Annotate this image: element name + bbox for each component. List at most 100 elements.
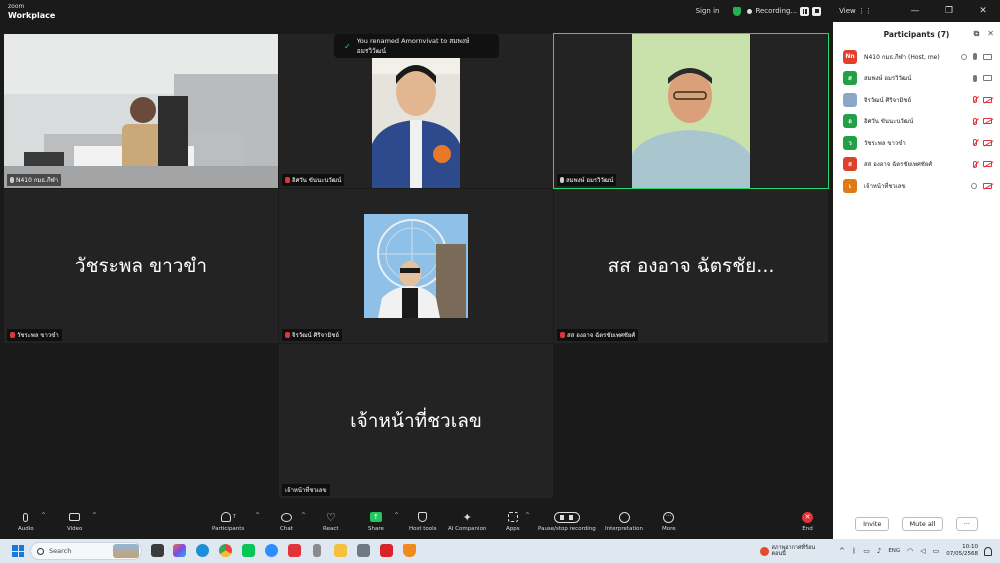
encryption-shield-icon[interactable] [733, 6, 742, 16]
mic-tray-icon[interactable]: ♪ [877, 547, 881, 555]
video-tile-host[interactable]: N410 กมธ.กีฬา [4, 34, 278, 188]
participants-button[interactable]: 7 Participants [212, 510, 244, 532]
edge-browser-icon[interactable] [196, 544, 209, 557]
camera-off-icon[interactable] [983, 182, 992, 189]
camera-icon[interactable] [983, 53, 992, 60]
participant-status-icons [973, 74, 992, 82]
participant-name: จิรวัฒน์ ศิริจามิชย์ [864, 96, 911, 104]
mic-icon[interactable] [973, 74, 977, 82]
participant-row[interactable]: ส สมพงษ์ อมรวิวัฒน์ [833, 68, 1000, 90]
host-tools-button[interactable]: Host tools [409, 510, 437, 532]
view-menu[interactable]: View ⋮⋮ [839, 7, 872, 15]
windows-taskbar: Search สภาพอากาศที่ร้อน ตอนนี้ ^ ᛒ ▭ ♪ EN… [0, 539, 1000, 563]
camera-off-icon[interactable] [983, 161, 992, 168]
camera-icon[interactable] [983, 75, 992, 82]
mic-icon[interactable] [973, 53, 977, 61]
ai-companion-button[interactable]: ✦ AI Companion [448, 510, 486, 533]
camera-off-icon[interactable] [983, 118, 992, 125]
participants-caret-icon[interactable]: ^ [255, 512, 260, 519]
video-tile-profile-photo[interactable]: จิรวัฒน์ ศิริจามิชย์ [279, 189, 553, 343]
audio-button[interactable]: Audio [18, 510, 34, 532]
chrome-browser-icon[interactable] [219, 544, 232, 557]
file-explorer-icon[interactable] [334, 544, 347, 557]
zoom-app-icon[interactable] [265, 544, 278, 557]
language-indicator[interactable]: ENG [888, 548, 900, 554]
microphone-app-icon[interactable] [313, 544, 321, 557]
taskbar-search[interactable]: Search [30, 542, 142, 560]
chat-button[interactable]: Chat [280, 510, 293, 532]
mute-all-button[interactable]: Mute all [901, 517, 944, 531]
more-options-button[interactable]: ··· [955, 517, 978, 531]
bluetooth-icon[interactable]: ᛒ [852, 547, 856, 555]
apps-caret-icon[interactable]: ^ [525, 512, 530, 519]
mic-muted-icon[interactable] [973, 139, 977, 147]
stop-recording-icon[interactable] [812, 6, 822, 16]
react-button[interactable]: ♡ React [323, 510, 339, 533]
video-options-caret-icon[interactable]: ^ [92, 512, 97, 519]
apps-button[interactable]: Apps [506, 510, 520, 532]
avatar: ส [843, 71, 857, 86]
camera-off-icon[interactable] [983, 139, 992, 146]
calculator-icon[interactable] [357, 544, 370, 557]
anydesk-icon[interactable] [288, 544, 301, 557]
search-highlight-image [113, 544, 139, 558]
notification-bell-icon[interactable] [984, 546, 992, 556]
avatar: ส [843, 157, 857, 172]
pause-recording-icon[interactable] [800, 6, 810, 16]
pause-stop-icon [553, 511, 580, 523]
close-window-icon[interactable]: ✕ [966, 6, 1000, 16]
video-tile-active-speaker[interactable]: สมพงษ์ อมรวิวัฒน์ [553, 33, 829, 189]
close-panel-icon[interactable]: ✕ [987, 29, 994, 39]
windows-start-icon[interactable] [12, 545, 24, 557]
participant-row[interactable]: ส สส องอาจ ฉัตรชัยเพศชัยศ์ [833, 154, 1000, 176]
participant-status-icons [971, 182, 992, 189]
speaker-icon[interactable]: ◁ [920, 547, 925, 555]
end-meeting-button[interactable]: ✕ End [802, 510, 813, 532]
participant-row[interactable]: Nn N410 กมธ.กีฬา (Host, me) [833, 46, 1000, 68]
camera-off-icon[interactable] [983, 96, 992, 103]
camera-icon [69, 513, 81, 521]
copilot-icon[interactable] [173, 544, 186, 557]
vlc-player-icon[interactable] [403, 544, 416, 557]
display-icon[interactable]: ▭ [863, 547, 870, 555]
show-hidden-icons-chevron-icon[interactable]: ^ [839, 547, 845, 555]
tile-label: อิศวัน ขันนะนวัฒน์ [282, 174, 345, 186]
weather-widget[interactable]: สภาพอากาศที่ร้อน ตอนนี้ [759, 545, 815, 557]
battery-icon[interactable]: ▭ [933, 547, 940, 555]
line-app-icon[interactable] [242, 544, 255, 557]
minimize-icon[interactable]: — [898, 6, 932, 16]
wifi-icon[interactable]: ◠ [907, 547, 913, 555]
pdf-reader-icon[interactable] [380, 544, 393, 557]
interpretation-button[interactable]: Interpretation [605, 510, 643, 532]
pause-stop-recording-button[interactable]: Pause/stop recording [538, 510, 596, 532]
tile-name: สมพงษ์ อมรวิวัฒน์ [566, 177, 614, 184]
mic-muted-icon[interactable] [973, 160, 977, 168]
participant-row[interactable]: อ อิศวัน ขันนะนวัฒน์ [833, 111, 1000, 133]
share-caret-icon[interactable]: ^ [394, 512, 399, 519]
video-tile-camera-off[interactable]: วัชระพล ขาวขำ วัชระพล ขาวขำ [4, 189, 278, 343]
participant-row[interactable]: ว วัชระพล ขาวขำ [833, 132, 1000, 154]
chat-caret-icon[interactable]: ^ [301, 512, 306, 519]
maximize-icon[interactable]: ❐ [932, 6, 966, 16]
more-button[interactable]: ··· More [662, 510, 676, 532]
participant-row[interactable]: เ เจ้าหน้าที่ชวเลข [833, 175, 1000, 197]
mic-muted-icon [10, 332, 15, 338]
mic-muted-icon[interactable] [973, 117, 977, 125]
popout-icon[interactable]: ⧉ [974, 29, 980, 39]
panel-footer: Invite Mute all ··· [833, 517, 1000, 531]
video-button[interactable]: Video [67, 510, 82, 532]
participant-status-icons [973, 160, 992, 168]
participant-display-name: สส องอาจ ฉัตรชัย... [607, 255, 775, 277]
video-tile-camera-off[interactable]: สส องอาจ ฉัตรชัย... สส องอาจ ฉัตรชัยเพศช… [554, 189, 828, 343]
invite-button[interactable]: Invite [855, 517, 890, 531]
share-button[interactable]: ↑ Share [368, 510, 384, 532]
clock[interactable]: 10:10 07/05/2568 [946, 544, 978, 558]
sign-in-link[interactable]: Sign in [696, 7, 720, 15]
participant-row[interactable]: จิรวัฒน์ ศิริจามิชย์ [833, 89, 1000, 111]
profile-photo [364, 214, 468, 318]
task-view-icon[interactable] [151, 544, 164, 557]
audio-options-caret-icon[interactable]: ^ [41, 512, 46, 519]
avatar: ว [843, 135, 857, 150]
video-tile-camera-off[interactable]: เจ้าหน้าที่ชวเลข เจ้าหน้าที่ชวเลข [279, 344, 553, 498]
mic-muted-icon[interactable] [973, 96, 977, 104]
